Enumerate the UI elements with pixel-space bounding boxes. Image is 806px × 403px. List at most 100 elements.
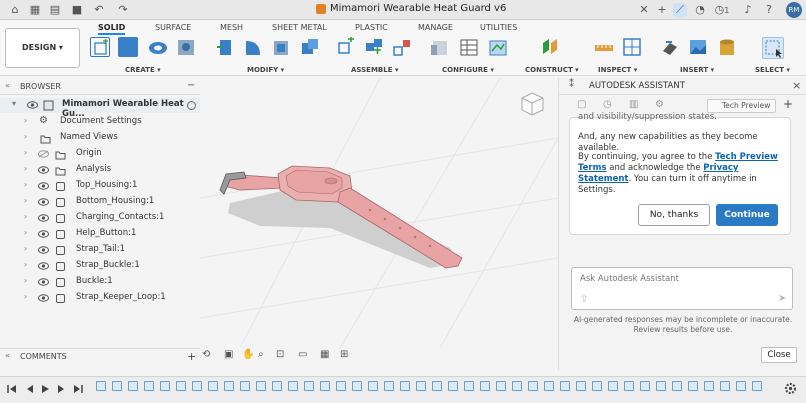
chevron-right-icon[interactable]: › xyxy=(24,244,27,253)
timeline-feature[interactable] xyxy=(176,381,186,391)
insert-mcmaster-icon[interactable] xyxy=(717,37,737,57)
browser-item-charging-contacts[interactable]: › Charging_Contacts:1 xyxy=(0,211,200,226)
timeline-feature[interactable] xyxy=(544,381,554,391)
chevron-right-icon[interactable]: › xyxy=(24,292,27,301)
chevron-down-icon[interactable]: ▾ xyxy=(12,99,16,108)
chevron-right-icon[interactable]: › xyxy=(24,116,27,125)
configure-table-icon[interactable] xyxy=(459,37,479,57)
timeline-feature[interactable] xyxy=(720,381,730,391)
upload-icon[interactable]: ⇪ xyxy=(580,294,588,305)
workspace-switcher[interactable]: DESIGN ▾ xyxy=(5,28,80,68)
redo-icon[interactable]: ↷ xyxy=(116,3,130,17)
chevron-right-icon[interactable]: › xyxy=(24,132,27,141)
viewport-canvas[interactable] xyxy=(200,78,558,348)
tab-plastic[interactable]: PLASTIC xyxy=(355,23,388,32)
group-modify[interactable]: MODIFY ▾ xyxy=(247,66,284,74)
library-icon[interactable]: ▥ xyxy=(629,99,638,110)
tab-manage[interactable]: MANAGE xyxy=(418,23,453,32)
file-icon[interactable]: ▤ xyxy=(48,3,62,17)
timeline-feature[interactable] xyxy=(480,381,490,391)
timeline-feature[interactable] xyxy=(240,381,250,391)
tech-preview-badge[interactable]: Tech Preview xyxy=(707,99,776,113)
timeline-feature[interactable] xyxy=(528,381,538,391)
zoom-icon[interactable]: ⌕ xyxy=(258,349,264,360)
timeline-feature[interactable] xyxy=(736,381,746,391)
browser-item-top-housing[interactable]: › Top_Housing:1 xyxy=(0,179,200,194)
revolve-icon[interactable] xyxy=(148,37,168,57)
hole-icon[interactable] xyxy=(176,37,196,57)
timeline-feature[interactable] xyxy=(576,381,586,391)
new-tab-icon[interactable]: + xyxy=(655,3,669,17)
timeline-settings-icon[interactable] xyxy=(784,382,797,395)
construct-plane-icon[interactable] xyxy=(540,37,560,57)
apps-grid-icon[interactable]: ▦ xyxy=(28,3,42,17)
extrude-icon[interactable] xyxy=(118,37,138,57)
save-icon[interactable]: ■ xyxy=(70,3,84,17)
group-create[interactable]: CREATE ▾ xyxy=(125,66,161,74)
job-status-icon[interactable]: ◷1 xyxy=(712,3,732,17)
combine-icon[interactable] xyxy=(300,37,320,57)
timeline-feature[interactable] xyxy=(592,381,602,391)
send-icon[interactable]: ➤ xyxy=(778,293,786,304)
create-sketch-icon[interactable] xyxy=(90,37,110,57)
press-pull-icon[interactable] xyxy=(215,37,235,57)
group-inspect[interactable]: INSPECT ▾ xyxy=(598,66,637,74)
group-insert[interactable]: INSERT ▾ xyxy=(680,66,714,74)
timeline-feature[interactable] xyxy=(416,381,426,391)
timeline-feature[interactable] xyxy=(336,381,346,391)
timeline-feature[interactable] xyxy=(464,381,474,391)
settings-icon[interactable]: ⚙ xyxy=(655,99,664,110)
timeline-feature[interactable] xyxy=(608,381,618,391)
help-icon[interactable]: ? xyxy=(762,3,776,17)
undo-icon[interactable]: ↶ xyxy=(92,3,106,17)
timeline-feature[interactable] xyxy=(672,381,682,391)
browser-item-strap-keeper-loop[interactable]: › Strap_Keeper_Loop:1 xyxy=(0,291,200,306)
pan-icon[interactable]: ✋ xyxy=(242,349,254,360)
add-comment-button[interactable]: + xyxy=(187,350,196,363)
chevron-right-icon[interactable]: › xyxy=(24,276,27,285)
extensions-icon[interactable]: ◔ xyxy=(693,3,707,17)
chevron-right-icon[interactable]: › xyxy=(24,148,27,157)
timeline-feature[interactable] xyxy=(368,381,378,391)
timeline-feature[interactable] xyxy=(144,381,154,391)
eye-icon[interactable] xyxy=(38,230,49,238)
group-select[interactable]: SELECT ▾ xyxy=(755,66,790,74)
go-to-end-icon[interactable] xyxy=(72,383,84,395)
data-panel-icon[interactable]: ⟋ xyxy=(673,3,687,17)
browser-item-bottom-housing[interactable]: › Bottom_Housing:1 xyxy=(0,195,200,210)
timeline-feature[interactable] xyxy=(96,381,106,391)
new-chat-button[interactable]: + xyxy=(783,97,793,111)
timeline-feature[interactable] xyxy=(224,381,234,391)
tab-solid[interactable]: SOLID xyxy=(98,23,126,35)
minimize-icon[interactable]: − xyxy=(187,80,195,91)
history-icon[interactable]: ◷ xyxy=(603,99,612,110)
eye-icon[interactable] xyxy=(38,262,49,270)
go-to-start-icon[interactable] xyxy=(6,383,18,395)
viewports-icon[interactable]: ⊞ xyxy=(340,349,348,360)
eye-hidden-icon[interactable] xyxy=(38,150,49,158)
timeline-feature[interactable] xyxy=(112,381,122,391)
timeline-feature[interactable] xyxy=(512,381,522,391)
eye-icon[interactable] xyxy=(38,198,49,206)
avatar[interactable]: RM xyxy=(786,2,802,18)
group-assemble[interactable]: ASSEMBLE ▾ xyxy=(351,66,398,74)
notifications-icon[interactable]: ♪ xyxy=(741,3,755,17)
eye-icon[interactable] xyxy=(38,182,49,190)
group-construct[interactable]: CONSTRUCT ▾ xyxy=(525,66,579,74)
eye-icon[interactable] xyxy=(38,166,49,174)
drag-handle-icon[interactable]: ⁑ xyxy=(569,79,574,90)
close-button[interactable]: Close xyxy=(761,347,797,363)
timeline-feature[interactable] xyxy=(320,381,330,391)
play-icon[interactable] xyxy=(39,383,51,395)
select-icon[interactable] xyxy=(762,37,784,59)
joint-icon[interactable] xyxy=(364,37,384,57)
step-forward-icon[interactable] xyxy=(55,383,67,395)
browser-item-strap-tail[interactable]: › Strap_Tail:1 xyxy=(0,243,200,258)
chevron-right-icon[interactable]: › xyxy=(24,164,27,173)
timeline-feature[interactable] xyxy=(160,381,170,391)
timeline-feature[interactable] xyxy=(688,381,698,391)
home-icon[interactable]: ⌂ xyxy=(8,3,22,17)
timeline-feature[interactable] xyxy=(704,381,714,391)
close-tab-icon[interactable]: ✕ xyxy=(637,3,651,17)
no-thanks-button[interactable]: No, thanks xyxy=(638,204,710,226)
